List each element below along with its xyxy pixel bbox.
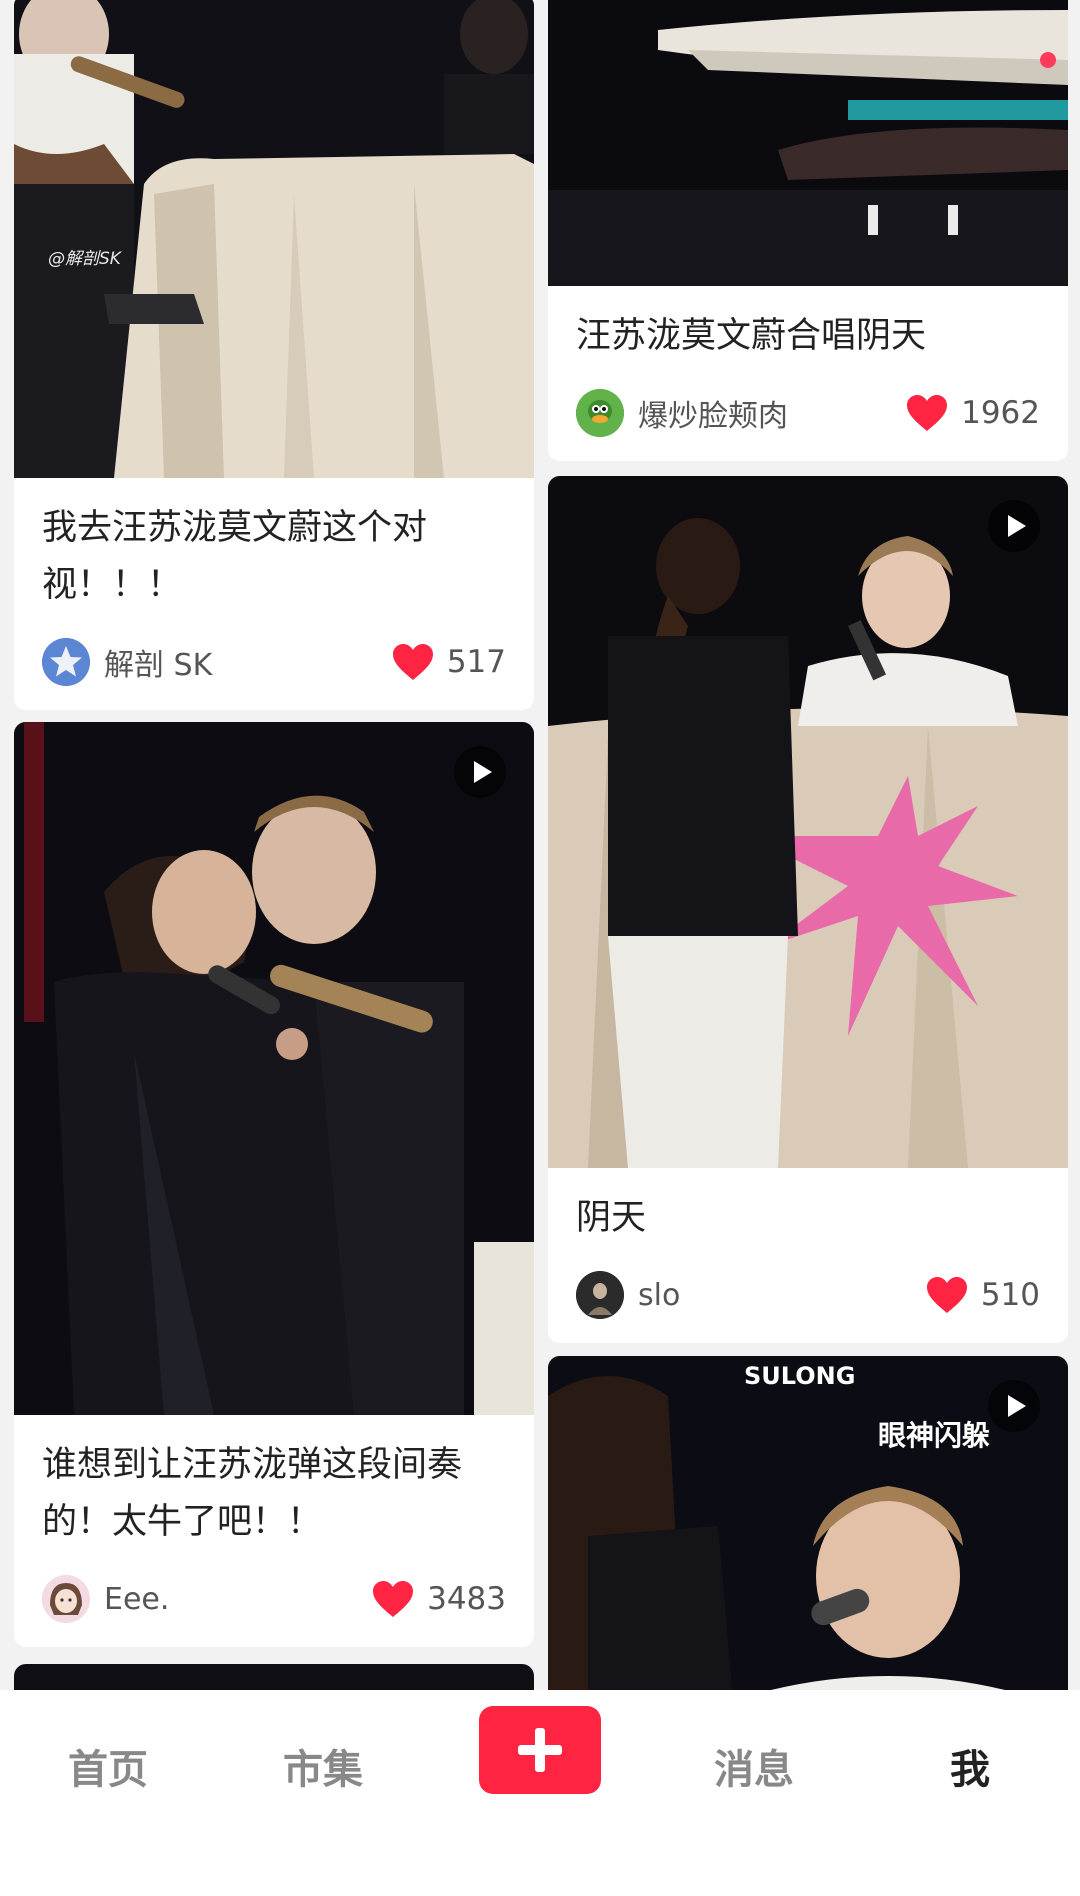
note-card[interactable]: SULONG 眼神闪躲 — [548, 1356, 1068, 1690]
note-meta: 爆炒脸颊肉 1962 — [548, 365, 1068, 461]
like-count: 510 — [980, 1277, 1040, 1313]
play-icon — [454, 746, 506, 798]
like-button[interactable]: 510 — [925, 1275, 1040, 1315]
star-avatar[interactable] — [42, 638, 90, 686]
overlay-caption: 眼神闪躲 — [878, 1419, 991, 1452]
photo-avatar[interactable] — [576, 1271, 624, 1319]
note-cover-image[interactable]: @解剖SK — [14, 0, 534, 478]
note-title[interactable]: 谁想到让汪苏泷弹这段间奏的！太牛了吧！！ — [14, 1415, 534, 1551]
like-count: 3483 — [427, 1581, 506, 1617]
note-card[interactable]: 汪苏泷莫文蔚合唱阴天 爆炒脸颊肉 1962 — [548, 0, 1068, 461]
like-button[interactable]: 517 — [391, 642, 506, 682]
like-button[interactable]: 1962 — [905, 393, 1040, 433]
like-button[interactable]: 3483 — [371, 1579, 506, 1619]
tab-market[interactable]: 市集 — [243, 1730, 403, 1810]
play-icon — [988, 1380, 1040, 1432]
note-card[interactable]: 谁想到让汪苏泷弹这段间奏的！太牛了吧！！ Eee. 3483 — [14, 722, 534, 1647]
note-meta: slo 510 — [548, 1247, 1068, 1343]
note-meta: Eee. 3483 — [14, 1551, 534, 1647]
heart-icon — [373, 1581, 414, 1617]
tab-me[interactable]: 我 — [890, 1730, 1050, 1810]
note-cover-image[interactable] — [548, 476, 1068, 1168]
author-name[interactable]: 爆炒脸颊肉 — [638, 391, 905, 435]
like-count: 1962 — [961, 395, 1040, 431]
note-cover-image[interactable] — [14, 1664, 534, 1690]
duck-avatar[interactable] — [576, 389, 624, 437]
author-name[interactable]: slo — [638, 1278, 925, 1313]
feed: @解剖SK 我去汪苏泷莫文蔚这个对视！！！ 解剖 SK 517 谁想到让汪苏泷弹… — [0, 0, 1080, 1690]
play-icon — [988, 500, 1040, 552]
image-watermark: @解剖SK — [48, 249, 121, 269]
note-title[interactable]: 汪苏泷莫文蔚合唱阴天 — [548, 286, 1068, 365]
note-card[interactable] — [14, 1664, 534, 1690]
note-cover-image[interactable]: SULONG 眼神闪躲 — [548, 1356, 1068, 1690]
overlay-brand: SULONG — [744, 1362, 856, 1390]
note-card[interactable]: @解剖SK 我去汪苏泷莫文蔚这个对视！！！ 解剖 SK 517 — [14, 0, 534, 710]
bottom-nav: 首页 市集 消息 我 — [0, 1690, 1080, 1896]
note-meta: 解剖 SK 517 — [14, 614, 534, 710]
author-name[interactable]: Eee. — [104, 1582, 371, 1617]
note-cover-image[interactable] — [14, 722, 534, 1415]
like-count: 517 — [446, 644, 506, 680]
tab-messages[interactable]: 消息 — [674, 1730, 834, 1810]
note-title[interactable]: 阴天 — [548, 1168, 1068, 1247]
author-name[interactable]: 解剖 SK — [104, 640, 391, 684]
note-cover-image[interactable] — [548, 0, 1068, 286]
heart-icon — [926, 1277, 967, 1313]
girl-avatar[interactable] — [42, 1575, 90, 1623]
note-title[interactable]: 我去汪苏泷莫文蔚这个对视！！！ — [14, 478, 534, 614]
note-card[interactable]: 阴天 slo 510 — [548, 476, 1068, 1343]
heart-icon — [392, 644, 433, 680]
publish-button[interactable] — [479, 1706, 601, 1794]
tab-home[interactable]: 首页 — [28, 1730, 188, 1810]
heart-icon — [907, 395, 948, 431]
plus-icon — [518, 1728, 562, 1772]
